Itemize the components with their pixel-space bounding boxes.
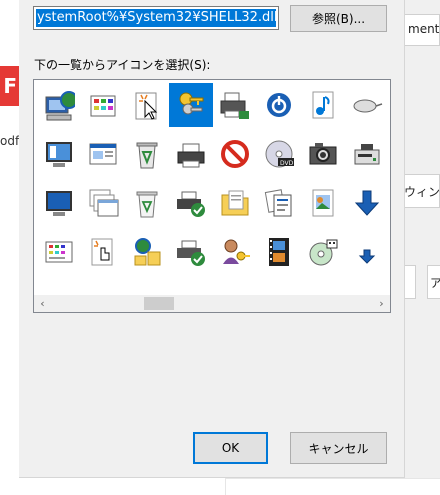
horizontal-scrollbar[interactable]: ‹ › [34, 295, 390, 312]
cd-audio-icon [307, 236, 339, 268]
icon-list[interactable]: DVD ‹ › [33, 79, 391, 313]
pdf-badge: F [0, 66, 19, 106]
icon-cell[interactable] [81, 230, 125, 274]
background-button-2 [404, 265, 416, 299]
icon-cell[interactable] [37, 83, 81, 127]
cancel-button[interactable]: キャンセル [290, 432, 387, 464]
documents-icon [263, 187, 295, 219]
monitor-settings-icon [43, 138, 75, 170]
icon-cell[interactable] [257, 230, 301, 274]
icon-cell[interactable] [213, 83, 257, 127]
icon-cell[interactable] [345, 181, 389, 225]
icon-cell[interactable] [81, 132, 125, 176]
printer-default-icon [175, 187, 207, 219]
network-computer-icon [43, 89, 75, 121]
change-icon-dialog: ystemRoot%¥System32¥SHELL32.dll 参照(B)...… [19, 0, 405, 478]
keys-icon [175, 89, 207, 121]
icon-cell[interactable] [37, 181, 81, 225]
printer-icon [175, 138, 207, 170]
icon-cell[interactable] [125, 230, 169, 274]
background-window-bottom [225, 478, 440, 495]
icon-list-icon [43, 236, 75, 268]
icon-cell[interactable] [37, 230, 81, 274]
icon-cell[interactable] [213, 181, 257, 225]
user-key-icon [219, 236, 251, 268]
icon-file-path-text: ystemRoot%¥System32¥SHELL32.dll [36, 9, 276, 27]
cursor-click-icon [131, 89, 163, 121]
icon-cell[interactable] [169, 230, 213, 274]
icon-cell[interactable] [37, 132, 81, 176]
background-window-right: ments ウィン ア [404, 0, 440, 495]
icon-cell[interactable] [345, 83, 389, 127]
icon-cell[interactable] [345, 132, 389, 176]
folder-document-icon [219, 187, 251, 219]
icon-cell[interactable] [213, 132, 257, 176]
icon-cell[interactable] [169, 132, 213, 176]
background-field-text: ments [408, 22, 440, 36]
scroll-thumb[interactable] [144, 297, 174, 310]
mouse-icon [351, 89, 383, 121]
drive-icon [351, 138, 383, 170]
icon-cell[interactable] [301, 230, 345, 274]
recycle-bin-icon [131, 187, 163, 219]
download-arrow-icon [351, 187, 383, 219]
icon-cell[interactable] [81, 83, 125, 127]
fax-default-icon [175, 236, 207, 268]
icon-cell[interactable] [257, 181, 301, 225]
icon-cell[interactable] [301, 181, 345, 225]
image-frame-icon [307, 187, 339, 219]
printer-network-icon [219, 89, 251, 121]
background-button-3-text: ア [430, 276, 440, 290]
icon-cell[interactable]: DVD [257, 132, 301, 176]
windows-stack-icon [87, 187, 119, 219]
icon-cell[interactable] [125, 83, 169, 127]
icon-cell[interactable] [301, 132, 345, 176]
power-icon [263, 89, 295, 121]
icon-file-path-input[interactable]: ystemRoot%¥System32¥SHELL32.dll [33, 6, 279, 30]
scroll-left-button[interactable]: ‹ [34, 295, 51, 312]
icon-cell[interactable] [345, 230, 389, 274]
icon-cell[interactable] [125, 132, 169, 176]
browse-button[interactable]: 参照(B)... [290, 5, 387, 32]
icon-list-label: 下の一覧からアイコンを選択(S): [34, 58, 211, 72]
filmstrip-icon [263, 236, 295, 268]
hand-pointer-icon [87, 236, 119, 268]
icon-cell[interactable] [257, 83, 301, 127]
background-file-text: odf [0, 134, 20, 148]
window-icon [87, 138, 119, 170]
monitor-icon [43, 187, 75, 219]
icon-cell[interactable] [169, 83, 213, 127]
background-button-text: ウィン [404, 185, 440, 199]
network-users-icon [131, 236, 163, 268]
prohibited-icon [219, 138, 251, 170]
music-note-icon [307, 89, 339, 121]
icon-cell[interactable] [169, 181, 213, 225]
camera-icon [307, 138, 339, 170]
icon-cell[interactable] [81, 181, 125, 225]
icon-cell[interactable] [125, 181, 169, 225]
svg-text:DVD: DVD [280, 160, 294, 167]
scroll-right-button[interactable]: › [373, 295, 390, 312]
dvd-disc-icon: DVD [263, 138, 295, 170]
icon-cell[interactable] [213, 230, 257, 274]
recycle-bin-full-icon [131, 138, 163, 170]
ok-button[interactable]: OK [193, 432, 268, 464]
download-small-icon [351, 236, 383, 268]
control-panel-icon [87, 89, 119, 121]
icon-cell[interactable] [301, 83, 345, 127]
